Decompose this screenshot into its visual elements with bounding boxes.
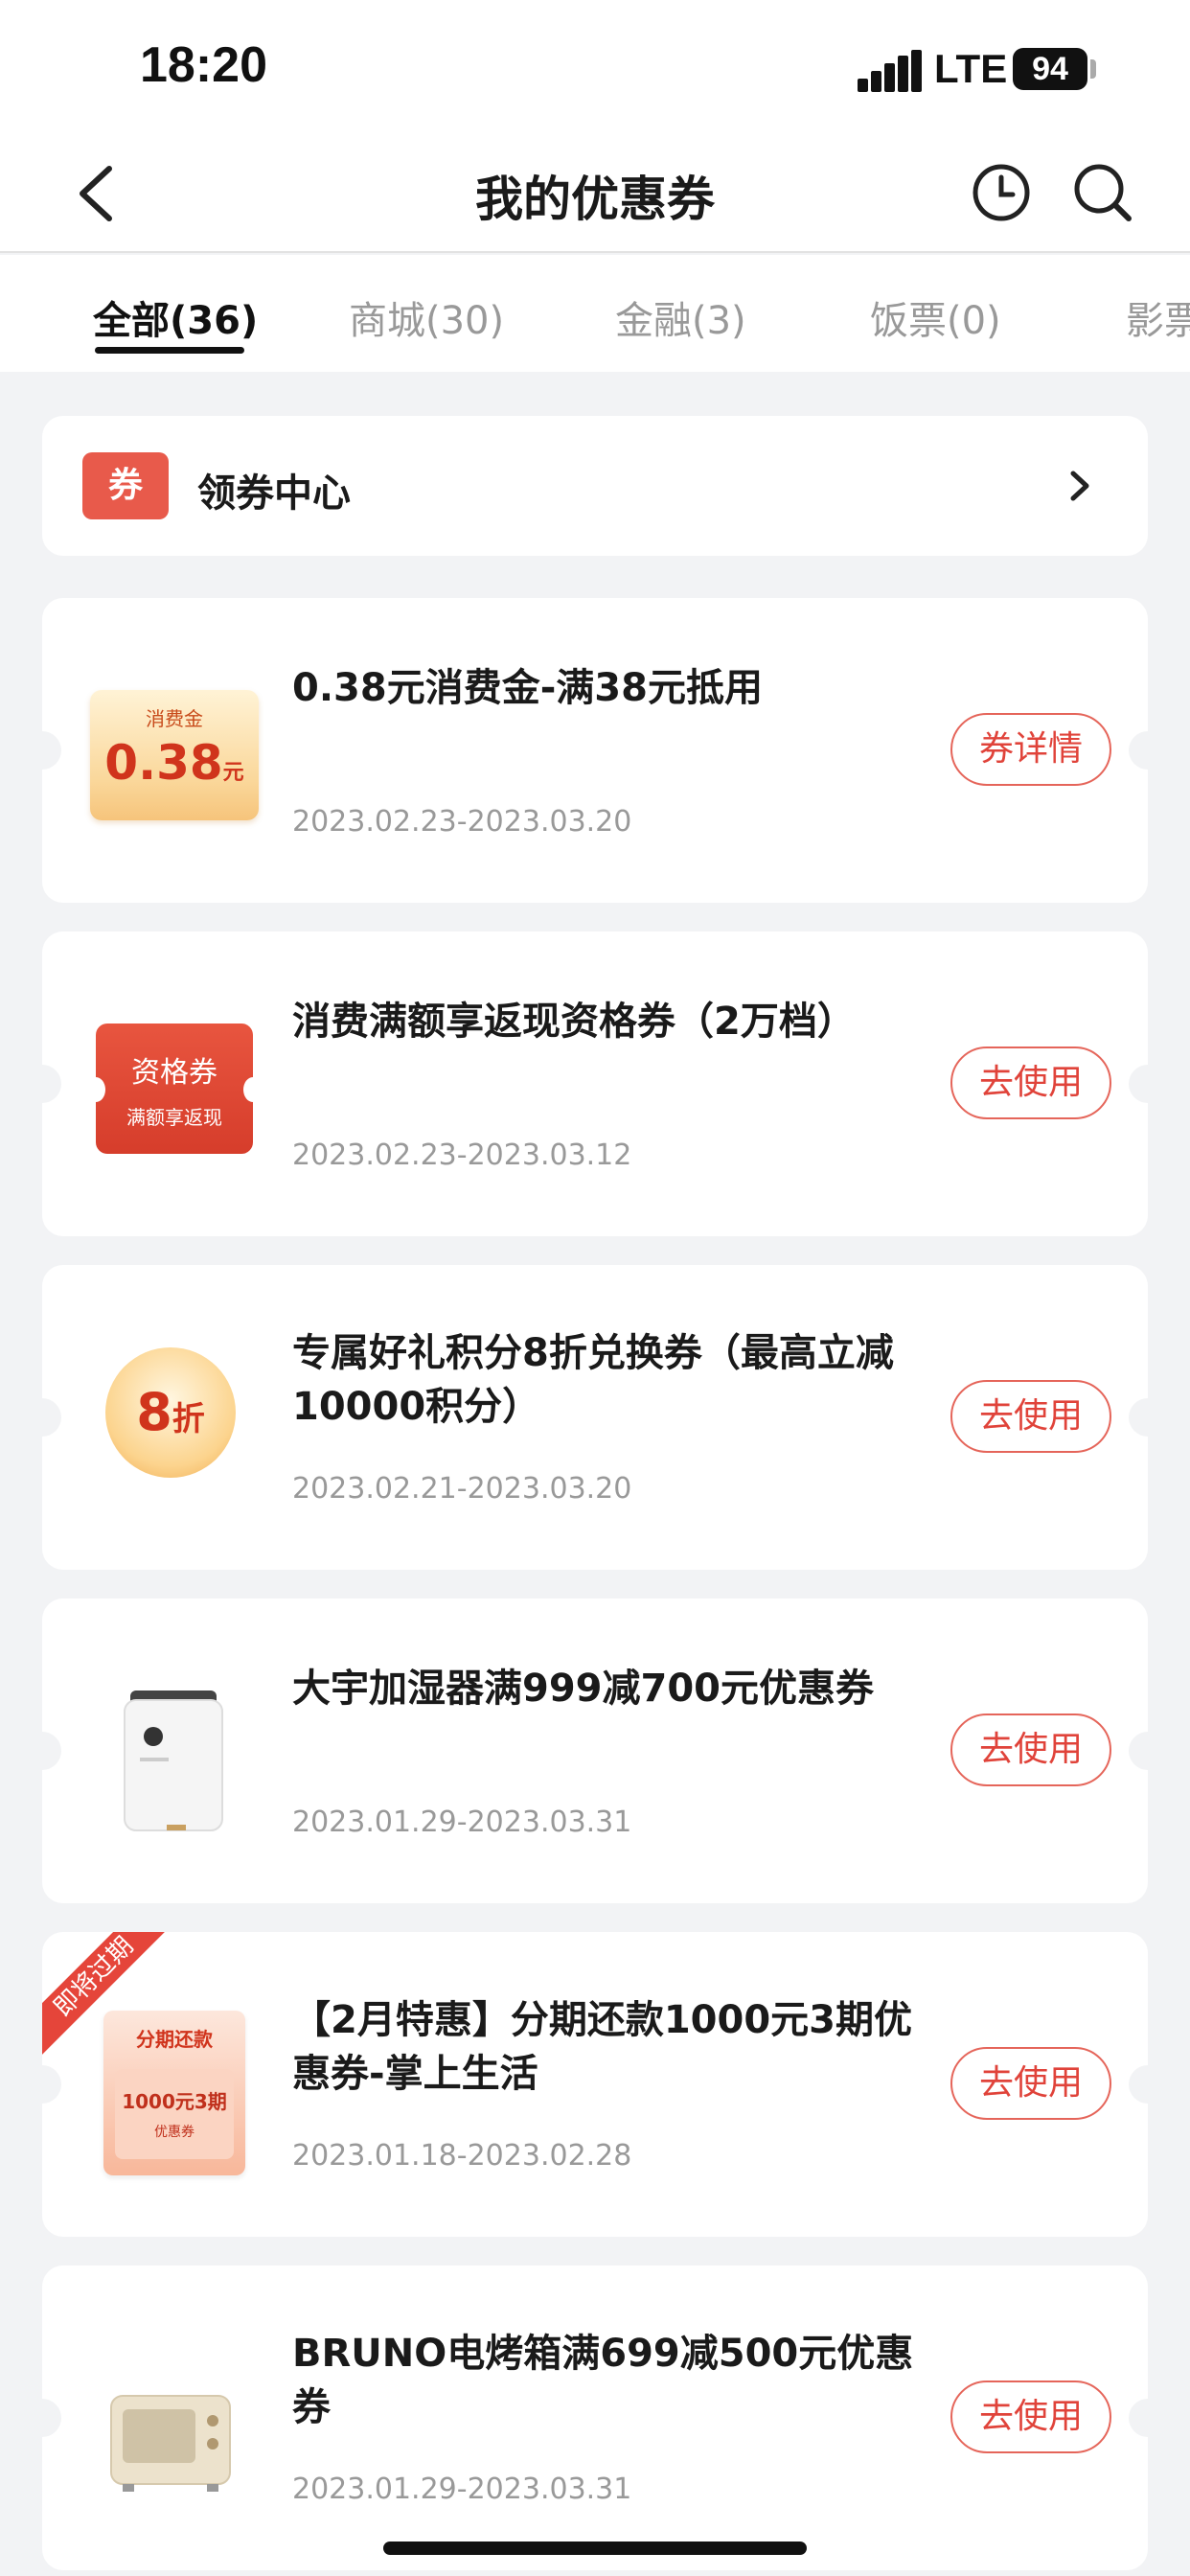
nav-header: 我的优惠券: [0, 134, 1190, 253]
thumb-amount: 0.38: [104, 735, 223, 791]
coupon-date: 2023.02.23-2023.03.20: [292, 805, 632, 839]
coupon-title: 0.38元消费金-满38元抵用: [292, 666, 763, 710]
thumb-unit: 折: [172, 1400, 205, 1438]
ticket-notch: [42, 731, 61, 770]
use-coupon-button[interactable]: 去使用: [950, 1714, 1111, 1786]
thumb-amount: 8: [136, 1382, 172, 1442]
coupon-title: 大宇加湿器满999减700元优惠券: [292, 1667, 874, 1711]
use-coupon-button[interactable]: 去使用: [950, 1380, 1111, 1453]
tab-movie[interactable]: 影票: [1126, 289, 1190, 345]
ticket-notch: [1129, 731, 1148, 770]
installment-coupon-thumb: 分期还款 1000元3期 优惠券: [103, 2011, 245, 2175]
coupon-card[interactable]: 资格券 满额享返现 消费满额享返现资格券（2万档） 2023.02.23-202…: [42, 932, 1148, 1236]
coupon-card[interactable]: 即将过期 分期还款 1000元3期 优惠券 【2月特惠】分期还款1000元3期优…: [42, 1932, 1148, 2237]
ticket-hole: [86, 1077, 105, 1102]
ticket-notch: [42, 2065, 61, 2104]
ticket-hole: [243, 1077, 263, 1102]
coupon-badge-icon: 券: [82, 452, 169, 519]
thumb-label: 消费金: [146, 707, 203, 730]
coupon-center-entry[interactable]: 券 领券中心: [42, 416, 1148, 556]
chevron-right-icon: [1060, 464, 1098, 508]
ticket-notch: [1129, 2065, 1148, 2104]
ticket-notch: [1129, 2399, 1148, 2437]
coupon-detail-button[interactable]: 券详情: [950, 713, 1111, 786]
signal-icon: [858, 50, 922, 92]
ticket-notch: [1129, 1732, 1148, 1770]
oven-product-image: [84, 2348, 259, 2492]
coupon-date: 2023.02.23-2023.03.12: [292, 1138, 632, 1172]
coupon-date: 2023.01.18-2023.02.28: [292, 2139, 632, 2173]
coupon-title: 专属好礼积分8折兑换券（最高立减10000积分）: [292, 1331, 894, 1429]
ticket-notch: [42, 2399, 61, 2437]
coupon-date: 2023.02.21-2023.03.20: [292, 1472, 632, 1506]
status-time: 18:20: [140, 37, 267, 93]
clock-icon[interactable]: [970, 161, 1033, 224]
ticket-notch: [42, 1065, 61, 1103]
coupon-card[interactable]: 8折 专属好礼积分8折兑换券（最高立减10000积分） 2023.02.21-2…: [42, 1265, 1148, 1570]
tab-meal[interactable]: 饭票(0): [870, 289, 1001, 345]
use-coupon-button[interactable]: 去使用: [950, 1046, 1111, 1119]
battery-icon: 94: [1013, 48, 1087, 90]
category-tabs: 全部(36) 商城(30) 金融(3) 饭票(0) 影票: [0, 255, 1190, 372]
use-coupon-button[interactable]: 去使用: [950, 2380, 1111, 2453]
tab-mall[interactable]: 商城(30): [349, 289, 504, 345]
search-icon[interactable]: [1071, 161, 1134, 224]
tab-finance[interactable]: 金融(3): [615, 289, 746, 345]
humidifier-product-image: [84, 1681, 259, 1831]
consumption-gold-thumb: 消费金 0.38元: [90, 690, 259, 820]
battery-tip: [1090, 59, 1096, 79]
ticket-notch: [42, 1398, 61, 1437]
coupon-title: 【2月特惠】分期还款1000元3期优惠券-掌上生活: [292, 1998, 912, 2096]
use-coupon-button[interactable]: 去使用: [950, 2047, 1111, 2120]
coupon-center-label: 领券中心: [197, 472, 351, 516]
coupon-date: 2023.01.29-2023.03.31: [292, 1806, 632, 1839]
network-type: LTE: [934, 46, 1008, 91]
thumb-unit: 元: [222, 761, 244, 785]
thumb-sublabel: 优惠券: [154, 2125, 195, 2140]
tab-all[interactable]: 全部(36): [93, 289, 258, 345]
thumb-amount: 1000元3期: [122, 2090, 227, 2113]
qualification-coupon-thumb: 资格券 满额享返现: [86, 1024, 263, 1154]
thumb-sublabel: 满额享返现: [126, 1106, 222, 1129]
thumb-label: 资格券: [131, 1056, 217, 1090]
status-bar: 18:20 LTE 94: [0, 0, 1190, 134]
thumb-label: 分期还款: [136, 2028, 213, 2051]
ticket-notch: [42, 1732, 61, 1770]
home-indicator: [383, 2542, 807, 2555]
coupon-title: BRUNO电烤箱满699减500元优惠券: [292, 2332, 914, 2429]
ticket-notch: [1129, 1065, 1148, 1103]
coupon-card[interactable]: 大宇加湿器满999减700元优惠券 2023.01.29-2023.03.31 …: [42, 1598, 1148, 1903]
active-tab-indicator: [95, 347, 244, 354]
coupon-title: 消费满额享返现资格券（2万档）: [292, 1000, 856, 1044]
ticket-notch: [1129, 1398, 1148, 1437]
discount-badge-thumb: 8折: [105, 1347, 236, 1478]
coupon-card[interactable]: BRUNO电烤箱满699减500元优惠券 2023.01.29-2023.03.…: [42, 2266, 1148, 2570]
coupon-card[interactable]: 消费金 0.38元 0.38元消费金-满38元抵用 2023.02.23-202…: [42, 598, 1148, 903]
coupon-date: 2023.01.29-2023.03.31: [292, 2472, 632, 2506]
